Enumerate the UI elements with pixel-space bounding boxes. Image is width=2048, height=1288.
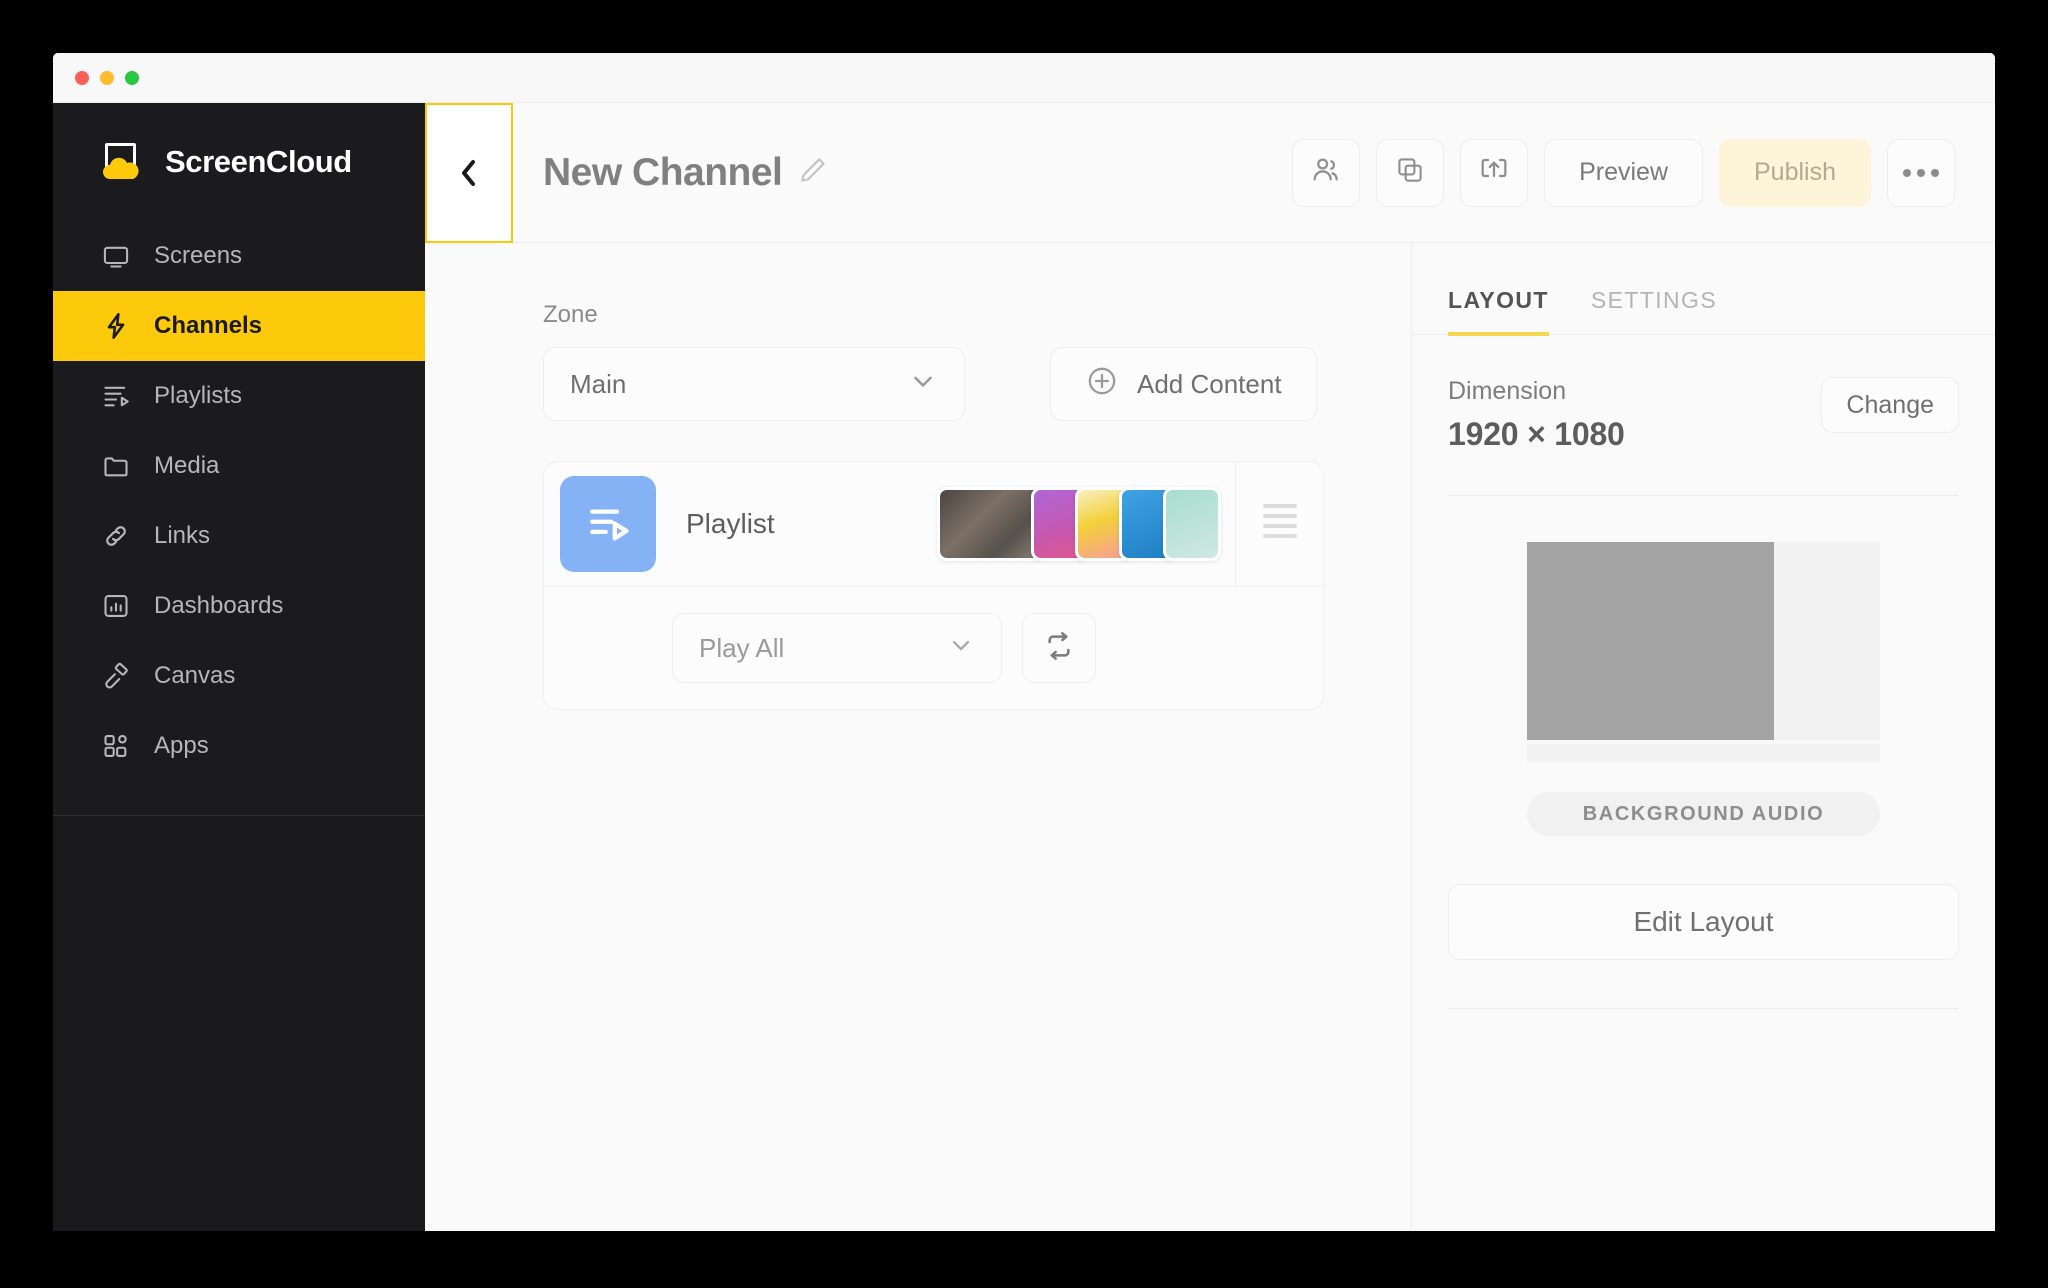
thumbnail-gym-class-photo — [937, 487, 1045, 561]
thumbnail-mint-gradient — [1163, 487, 1221, 561]
sidebar-item-label: Screens — [154, 242, 243, 269]
users-icon — [1310, 154, 1342, 191]
tab-settings[interactable]: SETTINGS — [1591, 287, 1717, 336]
sidebar-item-label: Media — [154, 452, 220, 479]
brand-name: ScreenCloud — [165, 144, 352, 179]
dimension-value: 1920 × 1080 — [1448, 416, 1625, 452]
pencil-icon[interactable] — [798, 151, 828, 195]
add-content-label: Add Content — [1137, 368, 1282, 399]
playlist-icon — [560, 476, 656, 572]
screencloud-logo-icon — [99, 143, 147, 181]
playlist-footer: Play All — [544, 586, 1323, 709]
play-mode-value: Play All — [699, 632, 785, 663]
sidebar-item-apps[interactable]: Apps — [53, 711, 425, 781]
zone-select[interactable]: Main — [543, 347, 965, 421]
layout-panel: LAYOUT SETTINGS Dimension 1920 × 1080 Ch… — [1412, 243, 1995, 1231]
brand-logo[interactable]: ScreenCloud — [53, 103, 425, 221]
zone-select-value: Main — [570, 368, 627, 399]
change-dimension-button[interactable]: Change — [1821, 377, 1959, 433]
background-audio-badge[interactable]: BACKGROUND AUDIO — [1527, 792, 1880, 836]
layout-preview-frame — [1527, 542, 1880, 740]
panel-divider — [1448, 495, 1959, 496]
more-options-button[interactable] — [1887, 138, 1955, 207]
sidebar-item-label: Apps — [154, 732, 209, 759]
zone-label: Zone — [543, 301, 598, 328]
chevron-down-icon — [908, 366, 938, 403]
layout-zone-footer — [1527, 744, 1880, 762]
dimension-label: Dimension — [1448, 377, 1567, 405]
brush-icon — [101, 661, 131, 691]
folder-icon — [101, 451, 131, 481]
ellipsis-icon — [1903, 168, 1939, 177]
app-body: ScreenCloud Screens Channels Playlists M… — [53, 103, 1995, 1231]
sidebar-item-dashboards[interactable]: Dashboards — [53, 571, 425, 641]
close-window-button[interactable] — [75, 70, 89, 85]
layout-zone-side — [1774, 542, 1880, 740]
window-titlebar — [53, 53, 1995, 103]
chevron-down-icon — [947, 631, 975, 666]
drag-handle-icon[interactable] — [1235, 462, 1323, 586]
sidebar-item-label: Dashboards — [154, 592, 284, 619]
dimension-row: Dimension 1920 × 1080 Change — [1448, 377, 1959, 453]
lightning-icon — [101, 311, 131, 341]
content-split: Zone Main Add Content Playlist Play All … — [425, 243, 1995, 1231]
cast-button[interactable] — [1460, 138, 1529, 207]
sidebar-item-label: Canvas — [154, 662, 236, 689]
sidebar-item-label: Playlists — [154, 382, 243, 409]
edit-layout-button[interactable]: Edit Layout — [1448, 884, 1959, 960]
cast-upload-icon — [1478, 154, 1510, 191]
panel-tabs: LAYOUT SETTINGS — [1412, 243, 1995, 336]
monitor-icon — [101, 241, 131, 271]
sidebar-item-label: Channels — [154, 312, 263, 339]
layout-zone-main — [1527, 542, 1775, 740]
maximize-window-button[interactable] — [125, 70, 139, 85]
main-area: New Channel Preview Publish Zone Main Ad… — [425, 103, 1995, 1231]
panel-body: Dimension 1920 × 1080 Change BACKGROUND … — [1412, 335, 1995, 836]
channel-editor: Zone Main Add Content Playlist Play All — [425, 243, 1412, 1231]
panel-divider-bottom — [1448, 1008, 1959, 1009]
playlist-label: Playlist — [686, 508, 775, 539]
collapse-sidebar-button[interactable] — [425, 103, 513, 243]
minimize-window-button[interactable] — [100, 70, 114, 85]
apps-icon — [101, 731, 131, 761]
sidebar: ScreenCloud Screens Channels Playlists M… — [53, 103, 425, 1231]
sidebar-item-label: Links — [154, 522, 211, 549]
preview-button[interactable]: Preview — [1544, 138, 1703, 207]
share-users-button[interactable] — [1292, 138, 1361, 207]
repeat-icon — [1043, 630, 1075, 667]
playlist-card: Playlist Play All — [543, 461, 1324, 710]
layout-preview[interactable] — [1527, 542, 1880, 762]
play-mode-select[interactable]: Play All — [672, 613, 1002, 683]
tab-layout[interactable]: LAYOUT — [1448, 287, 1549, 336]
sidebar-item-links[interactable]: Links — [53, 501, 425, 571]
sidebar-filler — [53, 816, 425, 1231]
chevron-left-icon — [456, 156, 482, 190]
plus-circle-icon — [1085, 364, 1119, 405]
playlist-row[interactable]: Playlist — [544, 462, 1323, 586]
sidebar-item-media[interactable]: Media — [53, 431, 425, 501]
page-title-text: New Channel — [543, 150, 783, 194]
chart-icon — [101, 591, 131, 621]
playlist-thumbnails — [937, 485, 1235, 563]
header-actions: Preview Publish — [1292, 138, 1955, 207]
duplicate-button[interactable] — [1376, 138, 1445, 207]
sidebar-item-screens[interactable]: Screens — [53, 221, 425, 291]
sidebar-item-playlists[interactable]: Playlists — [53, 361, 425, 431]
repeat-toggle-button[interactable] — [1022, 613, 1096, 683]
sidebar-item-canvas[interactable]: Canvas — [53, 641, 425, 711]
copy-icon — [1395, 155, 1425, 190]
add-content-button[interactable]: Add Content — [1050, 347, 1317, 421]
sidebar-item-channels[interactable]: Channels — [53, 291, 425, 361]
zone-row: Main Add Content — [543, 347, 1366, 421]
page-title: New Channel — [543, 151, 828, 195]
link-icon — [101, 521, 131, 551]
page-header: New Channel Preview Publish — [425, 103, 1995, 243]
publish-button[interactable]: Publish — [1719, 138, 1871, 207]
app-window: ScreenCloud Screens Channels Playlists M… — [53, 53, 1995, 1231]
playlist-icon — [101, 381, 131, 411]
